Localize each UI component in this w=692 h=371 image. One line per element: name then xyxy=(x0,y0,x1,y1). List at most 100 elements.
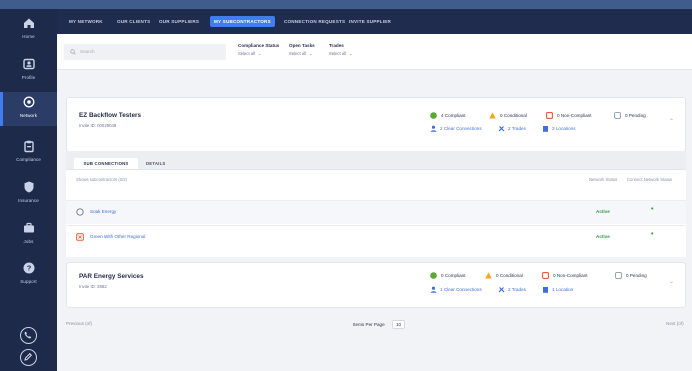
sidebar-item-label: Network xyxy=(19,113,38,118)
chevron-down-icon: ⌄ xyxy=(349,51,353,56)
subcontractor-name: EZ Backflow Testers xyxy=(79,112,142,119)
tab-my-network[interactable]: MY NETWORK xyxy=(69,17,103,27)
pagination-next[interactable]: Next (of) xyxy=(666,321,684,326)
connections-link[interactable]: 1 Clear Connections xyxy=(430,286,482,294)
shield-icon xyxy=(24,181,33,193)
compliant-icon xyxy=(430,272,437,280)
tools-icon xyxy=(498,126,505,132)
non-compliant-icon xyxy=(76,233,84,241)
sub-connections-panel: SUB CONNECTIONS DETAILS Shows subcontrac… xyxy=(66,151,686,257)
user-icon xyxy=(430,286,437,294)
building-icon xyxy=(543,287,548,294)
tools-icon xyxy=(498,287,505,293)
search-input[interactable]: Search xyxy=(64,44,226,60)
connections-link[interactable]: 2 Clear Connections xyxy=(430,125,482,133)
tab-sub-connections[interactable]: SUB CONNECTIONS xyxy=(74,158,138,169)
briefcase-icon xyxy=(23,222,34,233)
subcontractor-link[interactable]: Soak Energy xyxy=(90,209,116,214)
items-per-page-select[interactable]: 10 xyxy=(391,320,406,329)
status-badge: Active xyxy=(596,209,610,214)
compliant-count: 4 Compliant xyxy=(430,112,466,120)
table-row[interactable]: Green With Other Regional Active • xyxy=(66,225,686,249)
conditional-count: 0 Conditional xyxy=(489,112,527,120)
compliance-status-value: Select all xyxy=(238,51,255,56)
sidebar-item-home[interactable]: Home xyxy=(0,13,57,47)
phone-button[interactable] xyxy=(20,327,37,344)
subcontractor-link[interactable]: Green With Other Regional xyxy=(90,234,145,239)
tab-our-suppliers[interactable]: OUR SUPPLIERS xyxy=(159,17,199,27)
sidebar-item-label: Home xyxy=(22,34,35,39)
table-header-connect-status: Connect Network Status xyxy=(627,177,673,182)
trades-value: Select all xyxy=(329,51,346,56)
open-tasks-value: Select all xyxy=(289,51,306,56)
warning-icon xyxy=(485,272,492,279)
compliant-icon xyxy=(430,112,437,120)
chevron-up-icon[interactable]: ⌃ xyxy=(669,118,674,125)
open-tasks-label: Open Tasks xyxy=(289,43,315,48)
top-stripe xyxy=(0,0,692,9)
network-icon xyxy=(23,96,34,108)
open-tasks-filter[interactable]: Open Tasks Select all ⌄ xyxy=(289,43,315,56)
clipboard-icon xyxy=(23,140,34,153)
sidebar-item-jobs[interactable]: Jobs xyxy=(0,218,57,252)
sub-connections-table: Shows subcontractors (0/2) Network Statu… xyxy=(66,169,686,257)
compliant-count: 0 Compliant xyxy=(430,272,466,280)
table-header-subcontractors: Shows subcontractors (0/2) xyxy=(76,177,127,182)
sidebar-item-label: Compliance xyxy=(16,157,41,162)
building-icon xyxy=(543,126,548,133)
sidebar-item-label: Support xyxy=(20,279,37,284)
sidebar-item-support[interactable]: ? Support xyxy=(0,258,57,292)
non-compliant-count: 0 Non-Compliant xyxy=(546,112,591,120)
help-icon: ? xyxy=(23,262,34,274)
tab-our-clients[interactable]: OUR CLIENTS xyxy=(117,17,150,27)
svg-text:?: ? xyxy=(26,264,31,273)
chevron-down-icon[interactable]: ⌄ xyxy=(669,278,674,285)
sidebar-item-compliance[interactable]: Compliance xyxy=(0,136,57,170)
phone-icon xyxy=(24,331,32,339)
subcontractor-card[interactable]: PAR Energy Services Invite ID: 2882 0 Co… xyxy=(66,262,686,308)
tab-invite-supplier[interactable]: INVITE SUPPLIER xyxy=(349,17,391,27)
sidebar-item-profile[interactable]: Profile xyxy=(0,54,57,88)
profile-icon xyxy=(22,58,35,70)
chevron-down-icon: ⌄ xyxy=(309,51,313,56)
user-icon xyxy=(430,125,437,133)
pending-count: 0 Pending xyxy=(614,112,646,120)
tab-my-subcontractors[interactable]: MY SUBCONTRACTORS xyxy=(210,16,275,27)
conditional-count: 0 Conditional xyxy=(485,272,523,280)
compliance-status-label: Compliance Status xyxy=(238,43,280,48)
sidebar-item-label: Jobs xyxy=(23,239,34,244)
sidebar-item-label: Profile xyxy=(21,75,36,80)
row-dot[interactable]: • xyxy=(651,231,653,238)
trades-filter[interactable]: Trades Select all ⌄ xyxy=(329,43,352,56)
circle-icon xyxy=(76,208,84,216)
trades-link[interactable]: 2 Trades xyxy=(498,286,526,294)
subcontractor-card[interactable]: EZ Backflow Testers Invite ID: 00029048 … xyxy=(66,97,686,152)
items-per-page-label: Items Per Page xyxy=(353,322,385,327)
locations-link[interactable]: 1 Location xyxy=(542,286,573,294)
row-dot[interactable]: • xyxy=(651,206,653,213)
items-per-page: Items Per Page 10 xyxy=(353,320,406,329)
compliance-status-filter[interactable]: Compliance Status Select all ⌄ xyxy=(238,43,279,56)
invite-id: Invite ID: 00029048 xyxy=(79,123,117,128)
pagination-previous[interactable]: Previous (of) xyxy=(66,321,92,326)
invite-id: Invite ID: 2882 xyxy=(79,284,107,289)
table-row[interactable]: Soak Energy Active • xyxy=(66,200,686,224)
pending-icon xyxy=(614,112,621,120)
non-compliant-icon xyxy=(542,272,549,280)
pending-count: 0 Pending xyxy=(615,272,647,280)
filter-bar: Search Compliance Status Select all ⌄ Ope… xyxy=(57,34,692,70)
edit-button[interactable] xyxy=(20,349,37,366)
pending-icon xyxy=(615,272,622,280)
sidebar-item-insurance[interactable]: Insurance xyxy=(0,177,57,211)
search-icon xyxy=(70,49,76,55)
home-icon xyxy=(23,18,34,28)
tab-connection-requests[interactable]: CONNECTION REQUESTS xyxy=(284,17,345,27)
trades-link[interactable]: 2 Trades xyxy=(498,125,526,133)
sidebar-item-network[interactable]: Network xyxy=(0,92,57,126)
tab-details[interactable]: DETAILS xyxy=(146,158,165,169)
status-badge: Active xyxy=(596,234,610,239)
locations-link[interactable]: 3 Locations xyxy=(542,125,576,133)
subcontractor-name: PAR Energy Services xyxy=(79,273,144,280)
non-compliant-icon xyxy=(546,112,553,120)
network-tabbar: MY NETWORK OUR CLIENTS OUR SUPPLIERS MY … xyxy=(57,9,692,34)
